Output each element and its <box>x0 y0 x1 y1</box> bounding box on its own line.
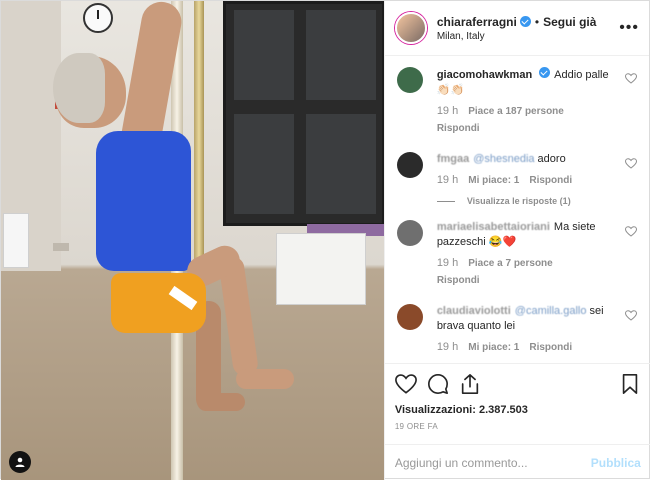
post-video[interactable] <box>1 1 384 480</box>
post-timestamp[interactable]: 19 ORE FA <box>395 422 641 431</box>
view-replies-label[interactable]: Visualizza le risposte (1) <box>467 196 571 206</box>
commenter-avatar[interactable] <box>396 304 423 330</box>
more-options-icon[interactable]: ••• <box>619 19 639 37</box>
reply-button[interactable]: Rispondi <box>437 273 480 288</box>
comment-item: giacomohawkman Addio palle 👏🏻👏🏻 19 h Piac… <box>396 67 639 136</box>
replies-divider <box>436 200 455 202</box>
publish-button[interactable]: Pubblica <box>591 456 641 470</box>
verified-badge-icon <box>539 67 551 78</box>
person-foot <box>236 369 294 389</box>
person-hair <box>53 53 105 123</box>
like-comment-heart-icon[interactable] <box>624 226 637 237</box>
post-header: chiaraferragni • Segui già Milan, Italy … <box>384 1 649 56</box>
comment-bubble-icon[interactable] <box>427 373 449 395</box>
comment-text: adoro <box>537 153 566 165</box>
comment-mention[interactable]: @camilla.gallo <box>515 305 587 317</box>
like-comment-heart-icon[interactable] <box>624 158 637 169</box>
comment-time[interactable]: 19 h <box>437 256 458 271</box>
comment-item: fmgaa @shesnedia adoro 19 h Mi piace: 1 Ri… <box>396 152 639 188</box>
view-replies-button[interactable]: Visualizza le risposte (1) <box>436 196 639 206</box>
comment-time[interactable]: 19 h <box>437 340 458 355</box>
separator-dot: • <box>534 14 540 29</box>
wall-clock <box>83 3 113 33</box>
reply-button[interactable]: Rispondi <box>529 340 572 355</box>
commenter-avatar[interactable] <box>396 67 423 93</box>
commenter-avatar[interactable] <box>396 220 423 246</box>
like-comment-heart-icon[interactable] <box>624 310 637 321</box>
comment-composer: Pubblica <box>384 444 650 480</box>
comment-item: mariaelisabettaioriani Ma siete pazzeschi… <box>396 220 639 288</box>
power-socket <box>53 243 69 251</box>
following-button[interactable]: Segui già <box>543 15 596 29</box>
heart-icon[interactable] <box>394 373 417 395</box>
comment-mention[interactable]: @shesnedia <box>473 153 534 165</box>
author-username[interactable]: chiaraferragni <box>437 15 517 29</box>
reply-button[interactable]: Rispondi <box>437 121 480 136</box>
person-tank-top <box>96 131 191 271</box>
comments-list[interactable]: giacomohawkman Addio palle 👏🏻👏🏻 19 h Piac… <box>385 57 650 363</box>
post-location[interactable]: Milan, Italy <box>437 31 619 42</box>
instagram-post: chiaraferragni • Segui già Milan, Italy … <box>0 0 650 480</box>
reply-button[interactable]: Rispondi <box>529 173 572 188</box>
commenter-username[interactable]: giacomohawkman <box>437 69 532 81</box>
author-info: chiaraferragni • Segui già Milan, Italy <box>437 15 619 42</box>
tagged-user-button[interactable] <box>9 451 31 473</box>
comment-time[interactable]: 19 h <box>437 104 458 119</box>
radiator <box>276 233 366 305</box>
comment-likes[interactable]: Mi piace: 1 <box>468 173 519 188</box>
user-icon <box>15 457 25 467</box>
like-comment-heart-icon[interactable] <box>624 73 637 84</box>
commenter-username[interactable]: fmgaa <box>437 153 469 165</box>
comment-time[interactable]: 19 h <box>437 173 458 188</box>
post-actions: Visualizzazioni: 2.387.503 19 ORE FA <box>384 363 650 431</box>
commenter-username[interactable]: claudiaviolotti <box>437 305 511 317</box>
bookmark-icon[interactable] <box>619 373 641 395</box>
window <box>223 1 384 226</box>
commenter-avatar[interactable] <box>396 152 423 178</box>
share-icon[interactable] <box>459 373 481 395</box>
post-side-panel: chiaraferragni • Segui già Milan, Italy … <box>383 1 650 480</box>
commenter-username[interactable]: mariaelisabettaioriani <box>437 221 550 233</box>
author-avatar[interactable] <box>394 12 427 44</box>
comment-item: claudiaviolotti @camilla.gallo sei brava q… <box>396 304 639 355</box>
comment-likes[interactable]: Mi piace: 1 <box>468 340 519 355</box>
verified-badge-icon <box>519 16 531 27</box>
comment-likes[interactable]: Piace a 7 persone <box>468 256 553 271</box>
comment-likes[interactable]: Piace a 187 persone <box>468 104 564 119</box>
person-foot <box>197 393 245 411</box>
view-count[interactable]: Visualizzazioni: 2.387.503 <box>395 404 641 416</box>
comment-input[interactable] <box>394 455 591 470</box>
cabinet <box>3 213 29 268</box>
